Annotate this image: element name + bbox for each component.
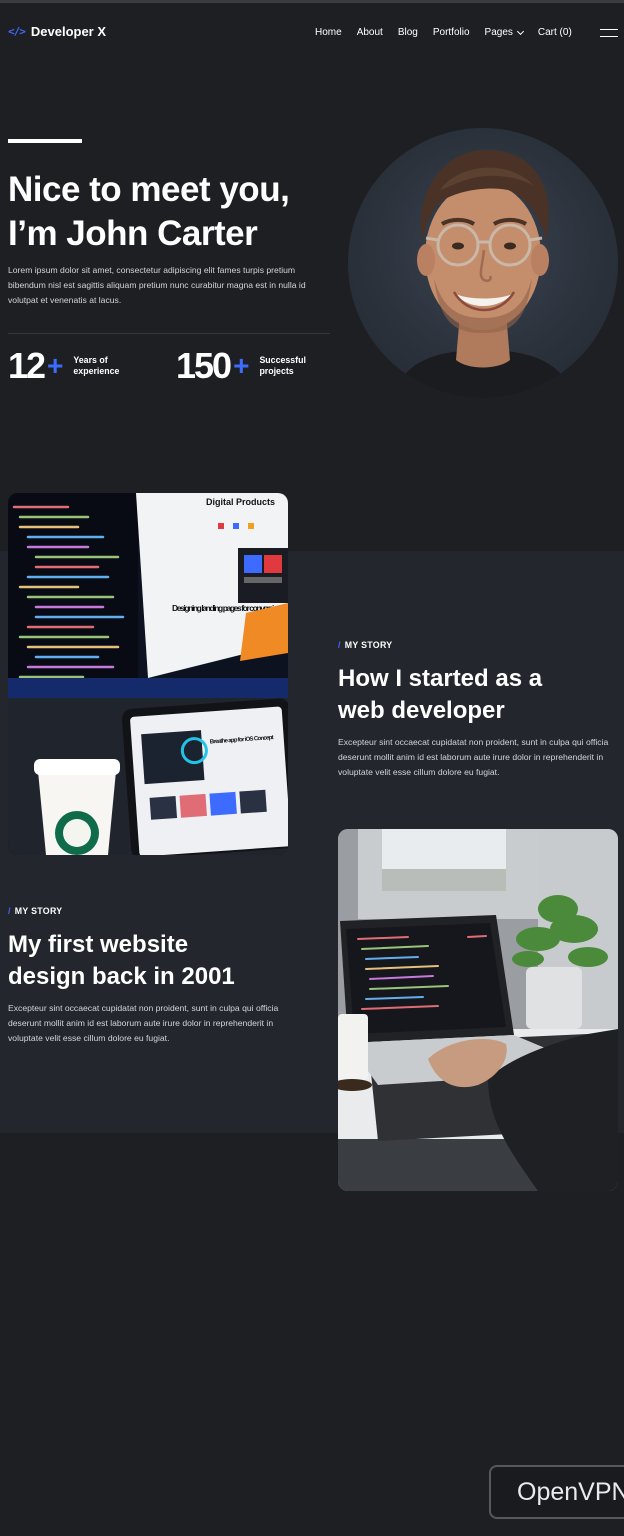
brand-logo-link[interactable]: </> Developer X bbox=[8, 24, 106, 39]
code-brackets-icon: </> bbox=[8, 25, 26, 38]
hero-title-line: I’m John Carter bbox=[8, 214, 258, 253]
kicker-slash: / bbox=[338, 640, 341, 650]
man-portrait-illustration bbox=[393, 149, 573, 398]
stat-label: Years of experience bbox=[73, 355, 120, 376]
nav-link-about[interactable]: About bbox=[357, 27, 383, 38]
browser-top-line bbox=[0, 0, 624, 3]
site-navbar: </> Developer X Home About Blog Portfoli… bbox=[0, 14, 624, 54]
kicker-label: MY STORY bbox=[344, 640, 393, 650]
kicker-slash: / bbox=[8, 906, 11, 916]
story-image-monitor: Digital Products Designing landing pages… bbox=[8, 493, 288, 855]
story-image-laptop bbox=[338, 829, 618, 1191]
laptop-desk-illustration bbox=[338, 829, 618, 1191]
chevron-down-icon bbox=[516, 27, 524, 35]
story-title-line: design back in 2001 bbox=[8, 963, 235, 990]
story-kicker: / MY STORY bbox=[338, 640, 392, 650]
hero-accent-bar bbox=[8, 139, 82, 143]
stat-projects: 150 + Successful projects bbox=[176, 346, 319, 386]
story-title-line: My first website bbox=[8, 931, 189, 958]
hero-divider bbox=[8, 333, 330, 334]
openvpn-overlay-badge[interactable]: OpenVPN bbox=[489, 1465, 624, 1519]
story-title-line: How I started as a bbox=[338, 665, 543, 692]
story-title-line: web developer bbox=[338, 697, 505, 724]
hero-title: Nice to meet you, I’m John Carter bbox=[8, 168, 338, 256]
hero-description: Lorem ipsum dolor sit amet, consectetur … bbox=[8, 265, 306, 305]
hero-title-line: Nice to meet you, bbox=[8, 170, 290, 209]
nav-link-home[interactable]: Home bbox=[315, 27, 342, 38]
monitor-workspace-illustration: Digital Products Designing landing pages… bbox=[8, 493, 288, 855]
nav-link-portfolio[interactable]: Portfolio bbox=[433, 27, 470, 38]
nav-dropdown-pages-label: Pages bbox=[484, 27, 513, 38]
story-text: Excepteur sint occaecat cupidatat non pr… bbox=[338, 737, 609, 777]
story-text: Excepteur sint occaecat cupidatat non pr… bbox=[8, 1003, 279, 1043]
story-title: My first website design back in 2001 bbox=[8, 929, 288, 993]
main-menu: Home About Blog Portfolio Pages Cart (0) bbox=[315, 27, 587, 38]
stat-number: 12 bbox=[8, 345, 46, 386]
stat-label: Successful projects bbox=[259, 355, 306, 376]
plus-icon: + bbox=[47, 350, 64, 381]
story-kicker: / MY STORY bbox=[8, 906, 62, 916]
story-title: How I started as a web developer bbox=[338, 663, 618, 727]
stat-number: 150 bbox=[176, 345, 232, 386]
image-heading-text: Digital Products bbox=[206, 497, 275, 507]
brand-name: Developer X bbox=[30, 24, 107, 39]
stat-years: 12 + Years of experience bbox=[8, 346, 133, 386]
hamburger-menu-icon[interactable] bbox=[600, 28, 618, 38]
nav-link-cart[interactable]: Cart (0) bbox=[538, 27, 572, 38]
plus-icon: + bbox=[233, 350, 250, 381]
profile-photo bbox=[348, 128, 618, 398]
nav-dropdown-pages[interactable]: Pages bbox=[484, 27, 524, 38]
kicker-label: MY STORY bbox=[14, 906, 63, 916]
nav-link-blog[interactable]: Blog bbox=[398, 27, 418, 38]
